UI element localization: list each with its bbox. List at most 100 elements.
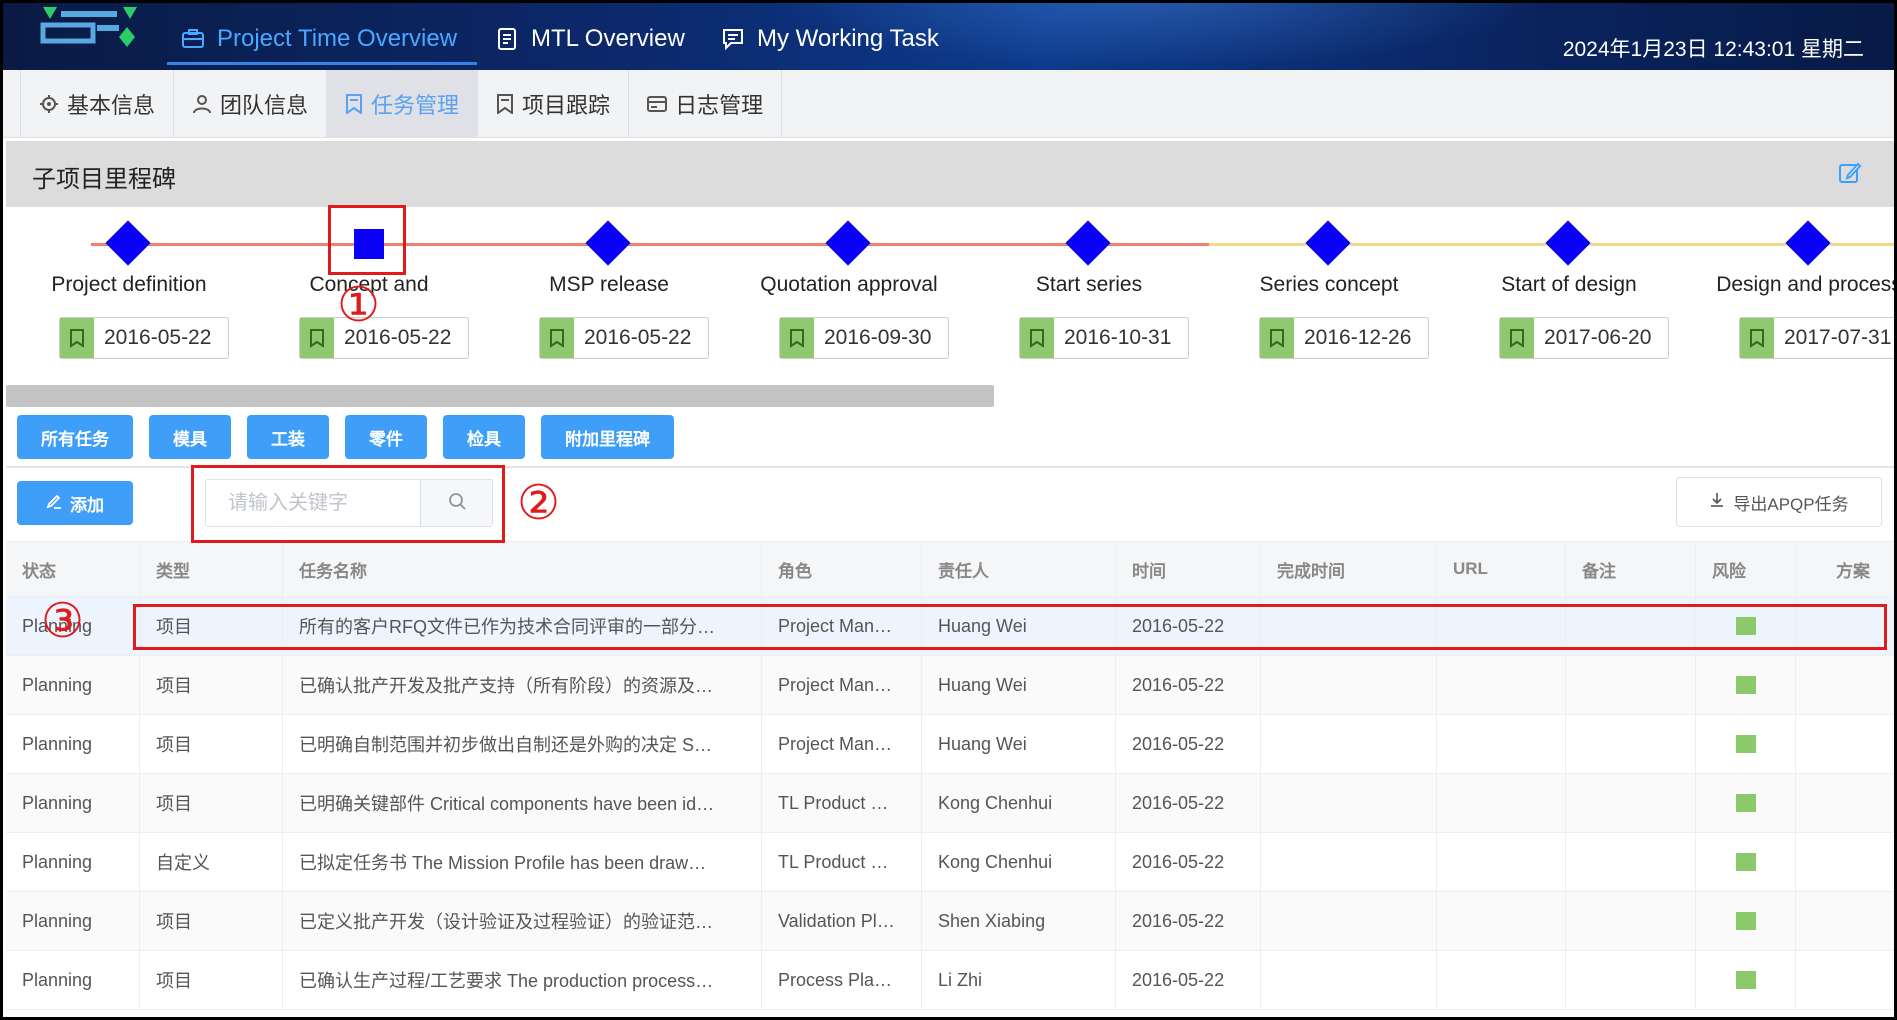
cell-role: Validation Pl… — [762, 892, 922, 950]
bookmark-icon — [780, 318, 814, 358]
milestone-item[interactable]: Design and process 2017-07-31 — [1689, 207, 1894, 367]
cell-time: 2016-05-22 — [1116, 774, 1261, 832]
cell-empty — [1437, 892, 1566, 950]
export-apqp-button[interactable]: 导出APQP任务 — [1676, 477, 1882, 527]
cell-owner: Shen Xiabing — [922, 892, 1116, 950]
milestone-marker[interactable] — [1065, 220, 1111, 266]
milestone-date-box[interactable]: 2016-10-31 — [1019, 317, 1189, 359]
tab-label: 基本信息 — [67, 93, 156, 118]
milestone-timeline: Project definition 2016-05-22 Concept and 2… — [6, 207, 1894, 385]
filter-mold-button[interactable]: 模具 — [149, 415, 231, 459]
column-header[interactable]: 时间 — [1116, 542, 1261, 596]
filter-fixture-button[interactable]: 工装 — [247, 415, 329, 459]
tab-task-management[interactable]: 任务管理 — [327, 70, 479, 138]
milestone-date-box[interactable]: 2017-06-20 — [1499, 317, 1669, 359]
milestone-marker[interactable] — [585, 220, 631, 266]
milestone-item[interactable]: Start series 2016-10-31 — [969, 207, 1209, 367]
app-window: Project Time Overview MTL Overview My Wo… — [0, 0, 1897, 1020]
table-row[interactable]: Planning 项目 已确认生产过程/工艺要求 The production pr… — [6, 951, 1894, 1010]
bookmark-icon — [496, 94, 514, 114]
cell-type: 项目 — [140, 715, 283, 773]
tab-project-tracking[interactable]: 项目跟踪 — [478, 70, 630, 138]
milestone-item[interactable]: Project definition 2016-05-22 — [9, 207, 249, 367]
column-header[interactable]: 状态 — [6, 542, 140, 596]
bookmark-icon — [1260, 318, 1294, 358]
tab-label: 任务管理 — [371, 93, 460, 118]
milestone-item[interactable]: Series concept 2016-12-26 — [1209, 207, 1449, 367]
cell-status: Planning — [6, 833, 140, 891]
cell-role: Process Pla… — [762, 951, 922, 1009]
column-header[interactable]: 类型 — [140, 542, 283, 596]
milestone-marker[interactable] — [825, 220, 871, 266]
milestone-date: 2017-07-31 — [1784, 326, 1892, 349]
risk-indicator — [1735, 676, 1756, 694]
datetime-display: 2024年1月23日 12:43:01 星期二 — [1562, 38, 1864, 61]
filter-parts-button[interactable]: 零件 — [345, 415, 427, 459]
milestone-section-header: 子项目里程碑 — [6, 141, 1894, 207]
milestone-date: 2016-09-30 — [824, 326, 932, 349]
cell-risk — [1696, 892, 1796, 950]
milestone-item[interactable]: MSP release 2016-05-22 — [489, 207, 729, 367]
risk-indicator — [1735, 971, 1756, 989]
annotation-box-1 — [328, 205, 406, 275]
bookmark-icon — [540, 318, 574, 358]
cell-name: 已拟定任务书 The Mission Profile has been draw… — [283, 833, 762, 891]
cell-empty — [1566, 892, 1696, 950]
column-header[interactable]: 责任人 — [922, 542, 1116, 596]
cell-time: 2016-05-22 — [1116, 833, 1261, 891]
cell-empty — [1261, 656, 1437, 714]
cell-empty — [1437, 951, 1566, 1009]
tab-basic-info[interactable]: 基本信息 — [21, 70, 175, 138]
milestone-date-box[interactable]: 2016-05-22 — [299, 317, 469, 359]
table-row[interactable]: Planning 项目 已定义批产开发（设计验证及过程验证）的验证范… Validat… — [6, 892, 1894, 951]
milestone-date-box[interactable]: 2017-07-31 — [1739, 317, 1894, 359]
pencil-icon — [46, 493, 62, 514]
milestone-date: 2016-05-22 — [104, 326, 212, 349]
edit-icon[interactable] — [1838, 161, 1862, 190]
annotation-number-2: ② — [517, 475, 561, 531]
table-row[interactable]: Planning 自定义 已拟定任务书 The Mission Profile ha… — [6, 833, 1894, 892]
tab-team-info[interactable]: 团队信息 — [174, 70, 328, 138]
filter-gauge-button[interactable]: 检具 — [443, 415, 525, 459]
milestone-date-box[interactable]: 2016-05-22 — [539, 317, 709, 359]
risk-indicator — [1735, 912, 1756, 930]
column-header[interactable]: 完成时间 — [1261, 542, 1437, 596]
filter-all-tasks-button[interactable]: 所有任务 — [17, 415, 133, 459]
cell-owner: Li Zhi — [922, 951, 1116, 1009]
column-header[interactable]: 方案 — [1796, 542, 1894, 596]
column-header[interactable]: 任务名称 — [283, 542, 762, 596]
add-button[interactable]: 添加 — [17, 481, 133, 525]
milestone-item[interactable]: Quotation approval 2016-09-30 — [729, 207, 969, 367]
table-row[interactable]: Planning 项目 已明确关键部件 Critical components ha… — [6, 774, 1894, 833]
cell-role: TL Product … — [762, 774, 922, 832]
tab-log-management[interactable]: 日志管理 — [629, 70, 783, 138]
column-header[interactable]: 备注 — [1566, 542, 1696, 596]
milestone-date-box[interactable]: 2016-12-26 — [1259, 317, 1429, 359]
cell-role: TL Product … — [762, 833, 922, 891]
cell-empty — [1261, 951, 1437, 1009]
column-header[interactable]: URL — [1437, 542, 1566, 596]
milestone-name: Start of design — [1501, 273, 1637, 296]
cell-type: 自定义 — [140, 833, 283, 891]
milestone-marker[interactable] — [105, 220, 151, 266]
horizontal-scrollbar[interactable] — [6, 385, 994, 407]
column-header[interactable]: 角色 — [762, 542, 922, 596]
nav-project-time-overview[interactable]: Project Time Overview — [179, 19, 457, 59]
cell-type: 项目 — [140, 951, 283, 1009]
milestone-date-box[interactable]: 2016-09-30 — [779, 317, 949, 359]
cell-empty — [1566, 715, 1696, 773]
nav-my-working-task[interactable]: My Working Task — [719, 19, 939, 59]
column-header[interactable]: 风险 — [1696, 542, 1796, 596]
table-row[interactable]: Planning 项目 已确认批产开发及批产支持（所有阶段）的资源及… Project… — [6, 656, 1894, 715]
logo-icon — [40, 7, 137, 47]
filter-extra-milestone-button[interactable]: 附加里程碑 — [541, 415, 674, 459]
milestone-marker[interactable] — [1785, 220, 1831, 266]
document-icon — [493, 25, 521, 53]
table-row[interactable]: Planning 项目 已明确自制范围并初步做出自制还是外购的决定 S… Projec… — [6, 715, 1894, 774]
nav-mtl-overview[interactable]: MTL Overview — [493, 19, 685, 59]
milestone-marker[interactable] — [1545, 220, 1591, 266]
cell-empty — [1437, 833, 1566, 891]
milestone-date-box[interactable]: 2016-05-22 — [59, 317, 229, 359]
milestone-marker[interactable] — [1305, 220, 1351, 266]
milestone-item[interactable]: Start of design 2017-06-20 — [1449, 207, 1689, 367]
